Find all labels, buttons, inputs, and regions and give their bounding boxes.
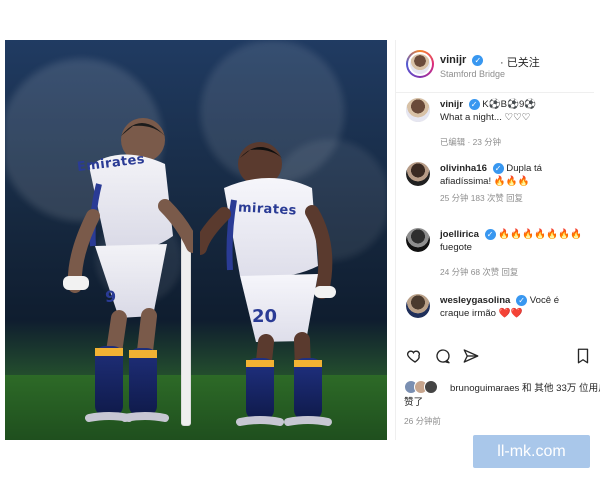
- comment-text: joellirica ✓ 🔥🔥🔥🔥🔥🔥🔥 fuegote: [440, 228, 588, 254]
- username-text: vinijr: [440, 54, 467, 66]
- comment-text: vinijr ✓ K⚽B⚽9⚽ What a night... ♡♡♡: [440, 98, 588, 124]
- comment-avatar[interactable]: [406, 228, 430, 252]
- avatar-image: [406, 228, 430, 252]
- comment-meta: 已编辑 · 23 分钟: [440, 137, 501, 147]
- verified-badge-icon: ✓: [484, 228, 496, 240]
- comment-avatar[interactable]: [406, 294, 430, 318]
- verified-badge-icon: ✓: [492, 162, 504, 174]
- post-actions-bar: [396, 343, 594, 371]
- comment-username[interactable]: joellirica: [440, 229, 479, 240]
- bookmark-icon[interactable]: [574, 347, 592, 365]
- liked-label: 赞了: [404, 397, 424, 408]
- verified-badge-icon: ✓: [472, 54, 484, 66]
- svg-text:9: 9: [105, 287, 116, 306]
- instagram-post-card: 9 20 Emirates mirates vinijr ✓ · 已关注 Sta…: [5, 40, 600, 440]
- comment-text: wesleygasolina ✓ Você é craque irmão ❤️❤…: [440, 294, 588, 320]
- svg-text:20: 20: [252, 306, 277, 327]
- post-username[interactable]: vinijr ✓: [440, 54, 484, 66]
- verified-badge-icon: ✓: [516, 294, 528, 306]
- comment-meta: 25 分钟 183 次赞 回复: [440, 193, 523, 203]
- comments-list: vinijr ✓ K⚽B⚽9⚽ What a night... ♡♡♡ 已编辑 …: [396, 98, 594, 330]
- verified-badge-icon: ✓: [468, 98, 480, 110]
- post-sidebar: vinijr ✓ · 已关注 Stamford Bridge vinijr ✓ …: [395, 40, 600, 440]
- likes-summary: brunoguimaraes 和 其他 33万 位用户 赞了: [396, 376, 600, 408]
- profile-avatar: [408, 52, 432, 76]
- post-header: vinijr ✓ · 已关注 Stamford Bridge: [396, 40, 594, 93]
- player-right-illustration: 20: [200, 142, 336, 426]
- avatar-image: [410, 54, 430, 74]
- comment-avatar[interactable]: [406, 162, 430, 186]
- jersey-sponsor-right: mirates: [237, 200, 298, 219]
- post-location[interactable]: Stamford Bridge: [440, 69, 505, 79]
- paper-plane-icon[interactable]: [462, 347, 480, 365]
- likes-text[interactable]: brunoguimaraes 和 其他 33万 位用户: [450, 380, 600, 394]
- comment-username[interactable]: olivinha16: [440, 163, 487, 174]
- profile-avatar-ring[interactable]: [406, 50, 434, 78]
- comment-username[interactable]: wesleygasolina: [440, 295, 510, 306]
- avatar-image: [406, 98, 430, 122]
- avatar-image: [406, 162, 430, 186]
- comment-meta: 24 分钟 68 次赞 回复: [440, 267, 519, 277]
- avatar-image: [406, 294, 430, 318]
- comment-text: olivinha16 ✓ Dupla tá afiadíssima! 🔥🔥🔥: [440, 162, 588, 188]
- comment-bubble-icon[interactable]: [434, 347, 452, 365]
- liker-avatar: [424, 380, 438, 394]
- post-timestamp: 26 分钟前: [404, 416, 441, 426]
- watermark: ll-mk.com: [473, 435, 590, 468]
- follow-status[interactable]: · 已关注: [500, 54, 540, 70]
- post-photo[interactable]: 9 20 Emirates mirates: [5, 40, 387, 440]
- comment-username[interactable]: vinijr: [440, 99, 463, 110]
- player-left-illustration: 9: [63, 118, 193, 422]
- heart-outline-icon[interactable]: [406, 347, 424, 365]
- comment-avatar[interactable]: [406, 98, 430, 122]
